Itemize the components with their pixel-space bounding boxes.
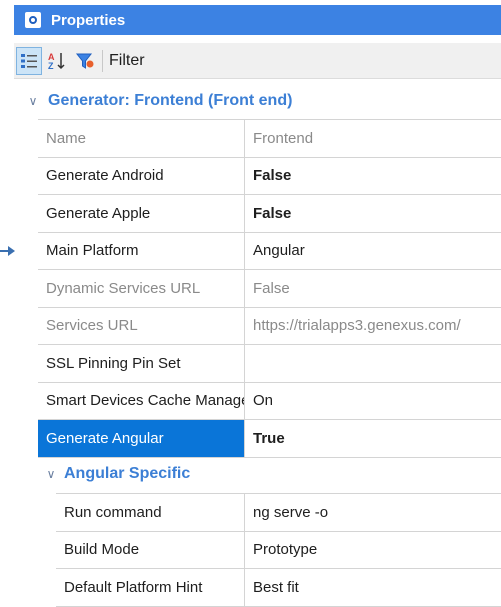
property-row-dynamic-services-url[interactable]: Dynamic Services URL False	[38, 270, 501, 308]
property-value[interactable]: False	[245, 195, 501, 232]
property-row-generate-android[interactable]: Generate Android False	[38, 157, 501, 195]
subgroup-title: Angular Specific	[64, 465, 191, 482]
property-name: Generate Android	[38, 157, 245, 194]
group-header-angular-specific[interactable]: ∨ Angular Specific	[0, 456, 501, 492]
group-title: Generator: Frontend (Front end)	[48, 92, 293, 109]
sort-alphabetical-button[interactable]: A Z	[44, 47, 70, 75]
property-value: False	[253, 279, 290, 297]
property-row-generate-apple[interactable]: Generate Apple False	[38, 195, 501, 233]
property-name: Build Mode	[56, 531, 245, 568]
property-row-build-mode[interactable]: Build Mode Prototype	[56, 531, 501, 569]
property-value: Frontend	[253, 129, 314, 147]
property-value[interactable]: Best fit	[245, 569, 501, 606]
property-name: Services URL	[38, 307, 245, 344]
property-grid: Name Frontend Generate Android False Gen…	[38, 119, 501, 458]
categorized-view-icon	[21, 53, 37, 68]
toolbar-separator	[102, 49, 103, 72]
property-row-smart-devices-cache[interactable]: Smart Devices Cache Management On	[38, 382, 501, 420]
property-row-default-platform-hint[interactable]: Default Platform Hint Best fit	[56, 569, 501, 607]
properties-toolbar: A Z Filter	[14, 43, 501, 79]
filter-funnel-button[interactable]	[72, 47, 98, 75]
property-value[interactable]: On	[245, 383, 501, 420]
svg-text:Z: Z	[48, 61, 54, 71]
properties-title-bar: Properties	[14, 5, 501, 35]
property-row-run-command[interactable]: Run command ng serve -o	[56, 494, 501, 532]
property-row-generate-angular[interactable]: Generate Angular True	[38, 420, 501, 458]
filter-button[interactable]: Filter	[109, 52, 145, 70]
property-value[interactable]: Prototype	[245, 532, 501, 569]
property-value[interactable]: False	[245, 158, 501, 195]
property-name: Generate Apple	[38, 195, 245, 232]
categorized-view-button[interactable]	[16, 46, 42, 75]
property-value[interactable]: True	[245, 420, 501, 457]
angular-property-grid: Run command ng serve -o Build Mode Proto…	[56, 493, 501, 607]
property-row-name[interactable]: Name Frontend	[38, 120, 501, 158]
property-row-services-url[interactable]: Services URL https://trialapps3.genexus.…	[38, 307, 501, 345]
properties-icon	[25, 12, 41, 28]
property-name: Smart Devices Cache Management	[38, 382, 245, 419]
property-name: SSL Pinning Pin Set	[38, 345, 245, 382]
property-value: https://trialapps3.genexus.com/	[253, 317, 461, 335]
property-name: Main Platform	[38, 232, 245, 269]
group-header-generator[interactable]: ∨ Generator: Frontend (Front end)	[0, 83, 501, 119]
sort-alphabetical-icon: A Z	[48, 52, 65, 71]
property-name: Name	[38, 120, 245, 157]
property-value[interactable]: ng serve -o	[245, 494, 501, 531]
chevron-down-icon: ∨	[46, 467, 56, 481]
property-name: Default Platform Hint	[56, 569, 245, 606]
filter-funnel-icon	[75, 53, 94, 69]
property-name: Generate Angular	[38, 420, 245, 457]
property-value[interactable]	[245, 345, 501, 382]
property-name: Run command	[56, 494, 245, 531]
property-name: Dynamic Services URL	[38, 270, 245, 307]
property-value[interactable]: Angular	[245, 233, 501, 270]
property-row-main-platform[interactable]: Main Platform Angular	[38, 232, 501, 270]
property-row-ssl-pinning[interactable]: SSL Pinning Pin Set	[38, 345, 501, 383]
panel-title: Properties	[51, 11, 126, 29]
chevron-down-icon: ∨	[28, 94, 38, 108]
row-pointer-arrow-icon	[0, 246, 15, 256]
